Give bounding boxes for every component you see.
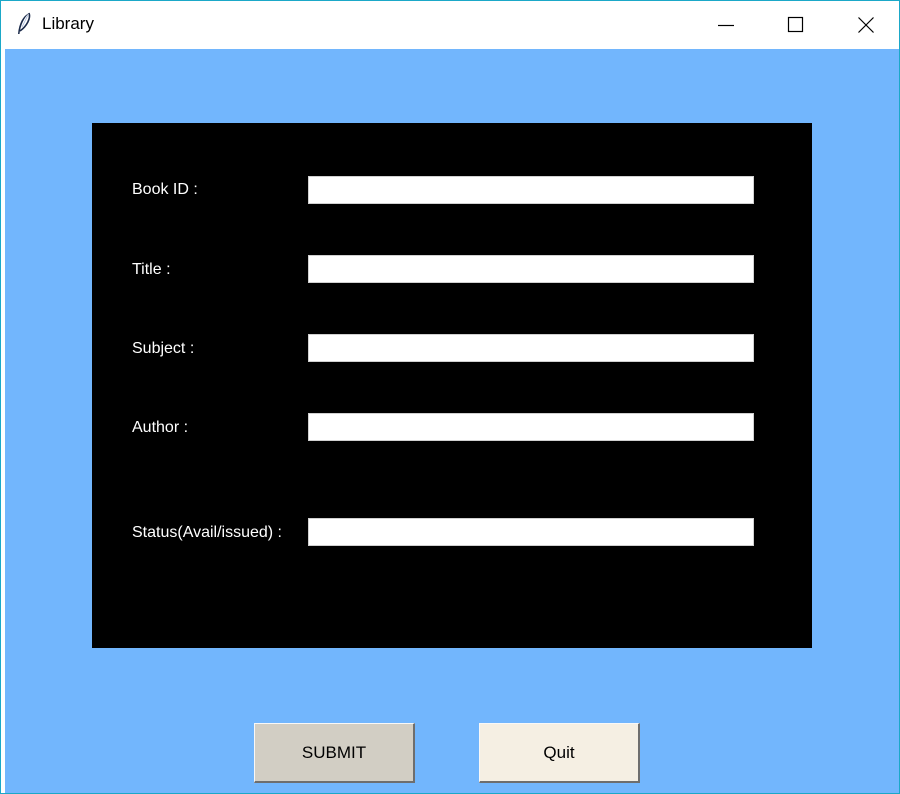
minimize-button[interactable] (691, 1, 761, 48)
author-label: Author : (132, 419, 189, 436)
submit-button[interactable]: SUBMIT (254, 723, 415, 783)
close-icon (858, 16, 874, 33)
title-label: Title : (132, 261, 171, 278)
subject-input[interactable] (308, 334, 754, 362)
maximize-button[interactable] (761, 1, 831, 48)
app-window: Library Book ID : Title : Subject : Auth… (0, 0, 900, 794)
main-area: Book ID : Title : Subject : Author : Sta… (5, 49, 899, 793)
title-bar[interactable]: Library (1, 1, 899, 48)
close-button[interactable] (831, 1, 899, 48)
book-id-input[interactable] (308, 176, 754, 204)
form-panel: Book ID : Title : Subject : Author : Sta… (92, 123, 812, 648)
subject-label: Subject : (132, 340, 195, 357)
minimize-icon (718, 24, 734, 26)
author-input[interactable] (308, 413, 754, 441)
quit-button[interactable]: Quit (479, 723, 640, 783)
status-input[interactable] (308, 518, 754, 546)
window-title: Library (42, 14, 94, 33)
maximize-icon (787, 16, 804, 32)
book-id-label: Book ID : (132, 181, 198, 198)
status-label: Status(Avail/issued) : (132, 524, 282, 541)
title-input[interactable] (308, 255, 754, 283)
feather-icon (18, 12, 31, 34)
